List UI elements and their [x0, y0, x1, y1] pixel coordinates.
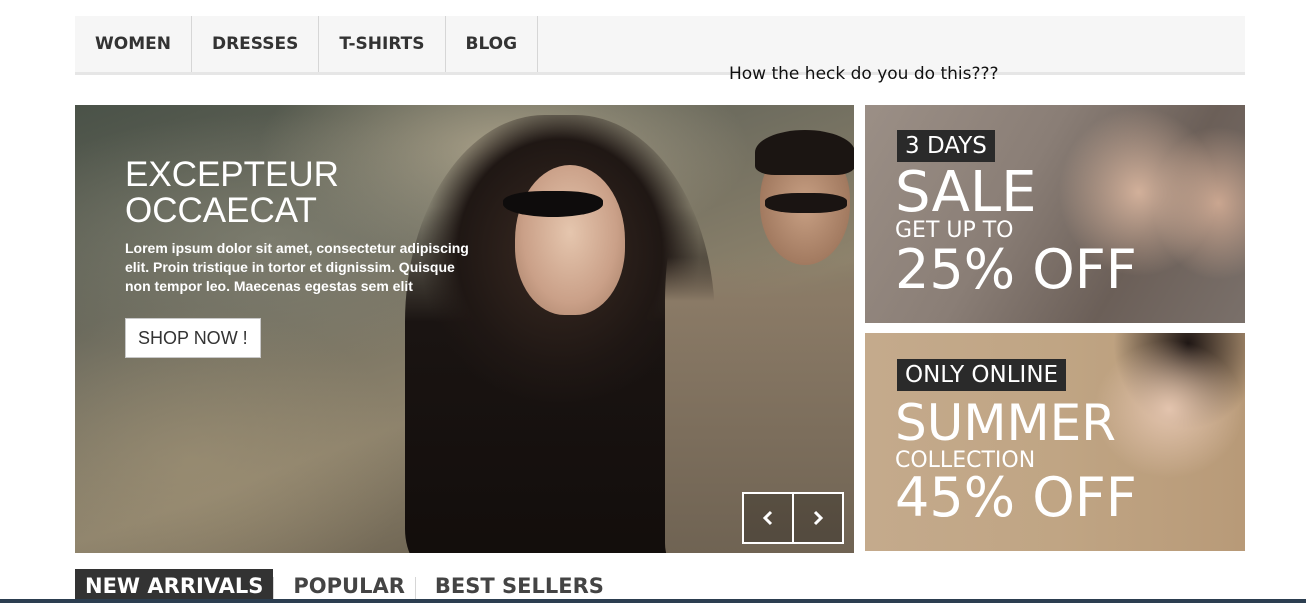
nav-item-blog[interactable]: BLOG — [446, 16, 539, 72]
tab-popular[interactable]: POPULAR — [273, 569, 415, 603]
slide-photo-man-hair — [755, 130, 854, 175]
banner-badge: ONLY ONLINE — [897, 359, 1067, 391]
slide-photo-woman-glasses — [503, 191, 603, 217]
banner-discount: 25% OFF — [895, 238, 1137, 301]
nav-item-tshirts[interactable]: T-SHIRTS — [319, 16, 446, 72]
tab-new-arrivals[interactable]: NEW ARRIVALS — [75, 569, 274, 603]
banner-badge: 3 DAYS — [897, 130, 995, 162]
top-navigation: WOMEN DRESSES T-SHIRTS BLOG — [75, 16, 1245, 75]
slide-photo-man-glasses — [765, 193, 847, 213]
banner-discount: 45% OFF — [895, 466, 1137, 529]
shop-now-button[interactable]: SHOP NOW ! — [125, 318, 261, 358]
promo-banner-summer[interactable]: ONLY ONLINE SUMMER COLLECTION 45% OFF — [865, 333, 1245, 551]
promo-banner-sale[interactable]: 3 DAYS SALE GET UP TO 25% OFF — [865, 105, 1245, 323]
page-bottom-bar — [0, 599, 1306, 603]
homepage-slider: EXCEPTEUR OCCAECAT Lorem ipsum dolor sit… — [75, 105, 854, 553]
tab-best-sellers[interactable]: BEST SELLERS — [414, 569, 614, 603]
overlay-comment: How the heck do you do this??? — [729, 64, 999, 84]
slide-description: Lorem ipsum dolor sit amet, consectetur … — [125, 240, 469, 294]
nav-item-dresses[interactable]: DRESSES — [192, 16, 320, 72]
chevron-left-icon — [762, 510, 773, 526]
slider-prev-button[interactable] — [742, 492, 794, 544]
nav-item-women[interactable]: WOMEN — [75, 16, 192, 72]
banner-headline: SALE — [895, 160, 1037, 225]
slide-title: EXCEPTEUR OCCAECAT — [125, 155, 339, 230]
slide-photo-woman-face — [515, 165, 625, 315]
slider-next-button[interactable] — [792, 492, 844, 544]
banner-headline: SUMMER — [895, 394, 1116, 452]
product-tabs: NEW ARRIVALS POPULAR BEST SELLERS — [75, 569, 624, 603]
chevron-right-icon — [813, 510, 824, 526]
